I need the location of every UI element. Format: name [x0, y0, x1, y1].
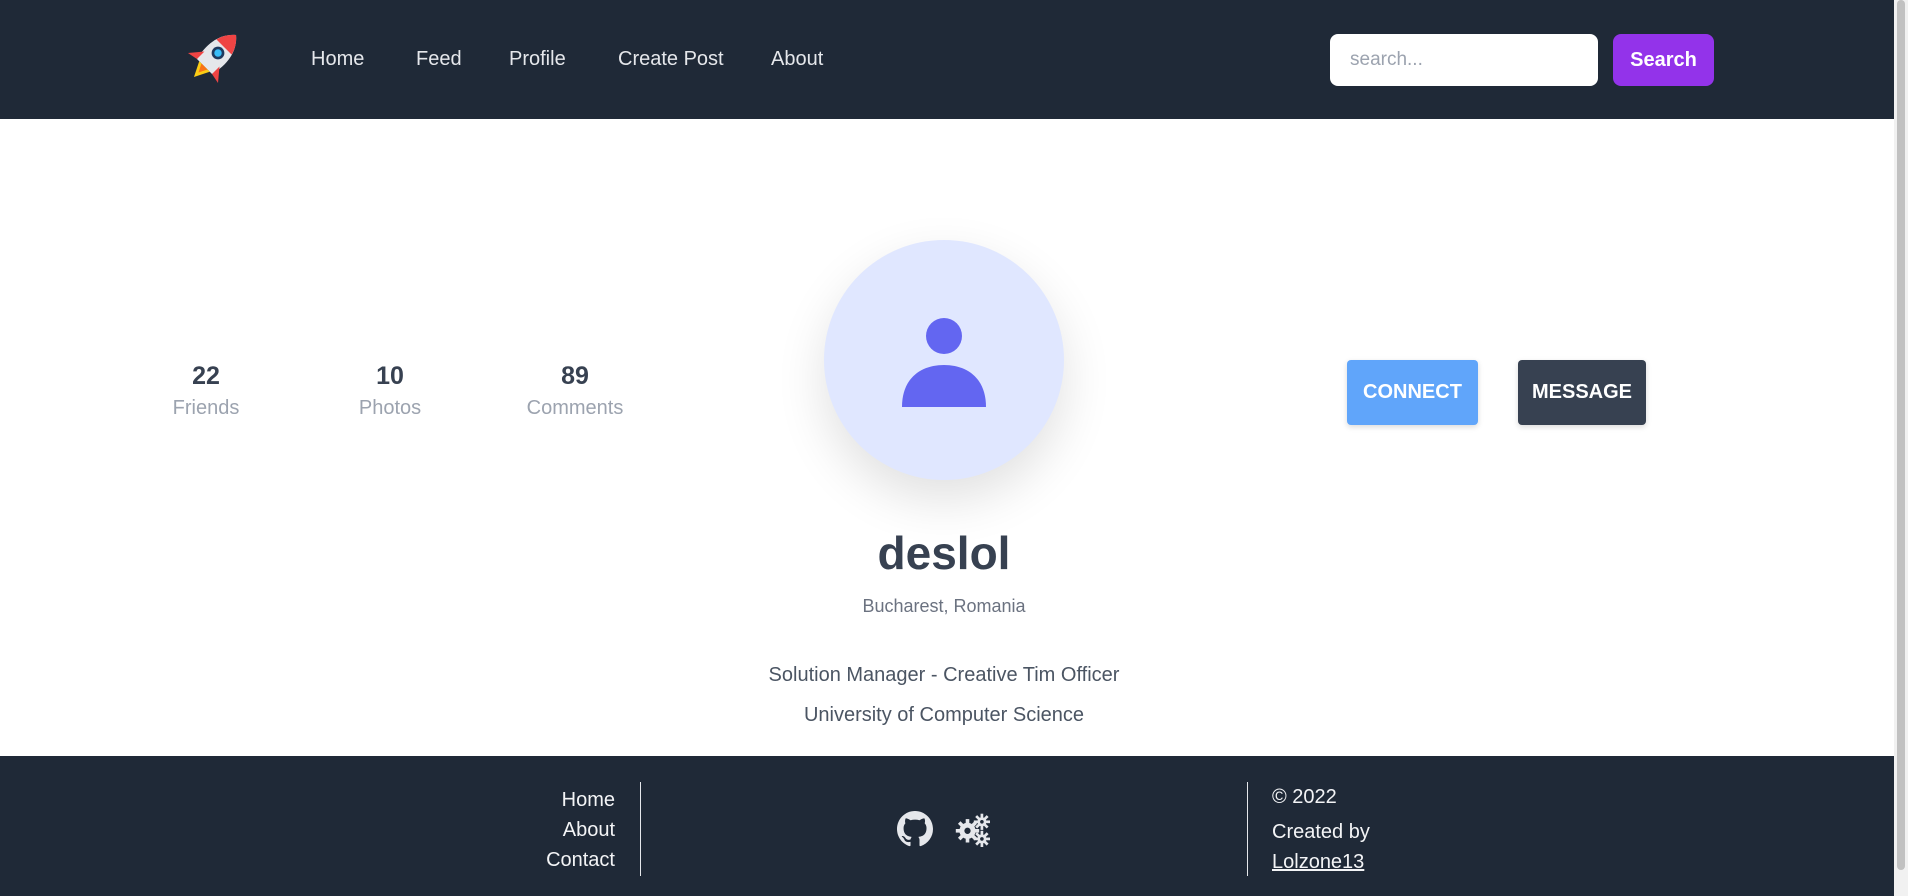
footer-link-about[interactable]: About: [495, 819, 615, 842]
search-button[interactable]: Search: [1613, 34, 1714, 86]
nav-link-home[interactable]: Home: [311, 48, 364, 71]
footer-link-home[interactable]: Home: [495, 789, 615, 812]
footer-divider: [640, 782, 641, 876]
gears-icon[interactable]: [954, 811, 990, 847]
footer: Home About Contact © 2022 Created by Lol…: [0, 756, 1894, 896]
nav-link-profile[interactable]: Profile: [509, 48, 566, 71]
stat-label: Comments: [526, 397, 624, 419]
profile-school: University of Computer Science: [803, 704, 1085, 726]
search-input[interactable]: [1330, 34, 1598, 86]
profile-location: Bucharest, Romania: [862, 596, 1026, 616]
footer-created-by: Created by: [1272, 821, 1370, 843]
stat-label: Friends: [172, 397, 240, 419]
stat-comments: 89 Comments: [505, 362, 645, 420]
connect-button[interactable]: CONNECT: [1347, 360, 1478, 425]
scrollbar-thumb[interactable]: [1897, 0, 1905, 870]
footer-author-link[interactable]: Lolzone13: [1272, 851, 1364, 874]
footer-divider: [1247, 782, 1248, 876]
github-icon[interactable]: [897, 811, 933, 847]
profile-job: Solution Manager - Creative Tim Officer: [768, 664, 1120, 686]
nav-link-about[interactable]: About: [771, 48, 823, 71]
top-navbar: Home Feed Profile Create Post About Sear…: [0, 0, 1894, 119]
rocket-logo-icon[interactable]: [181, 22, 249, 90]
stat-label: Photos: [358, 397, 422, 419]
profile-username: deslol: [877, 527, 1011, 579]
footer-link-contact[interactable]: Contact: [495, 849, 615, 872]
stat-value: 89: [561, 362, 589, 390]
stat-value: 22: [192, 362, 220, 390]
page-scrollbar[interactable]: [1894, 0, 1908, 896]
nav-link-feed[interactable]: Feed: [416, 48, 462, 71]
stat-friends: 22 Friends: [136, 362, 276, 420]
stat-photos: 10 Photos: [320, 362, 460, 420]
avatar: [824, 240, 1064, 480]
footer-copyright: © 2022: [1272, 786, 1337, 808]
message-button[interactable]: MESSAGE: [1518, 360, 1646, 425]
user-icon: [902, 318, 986, 407]
nav-link-create-post[interactable]: Create Post: [618, 48, 724, 71]
stat-value: 10: [376, 362, 404, 390]
